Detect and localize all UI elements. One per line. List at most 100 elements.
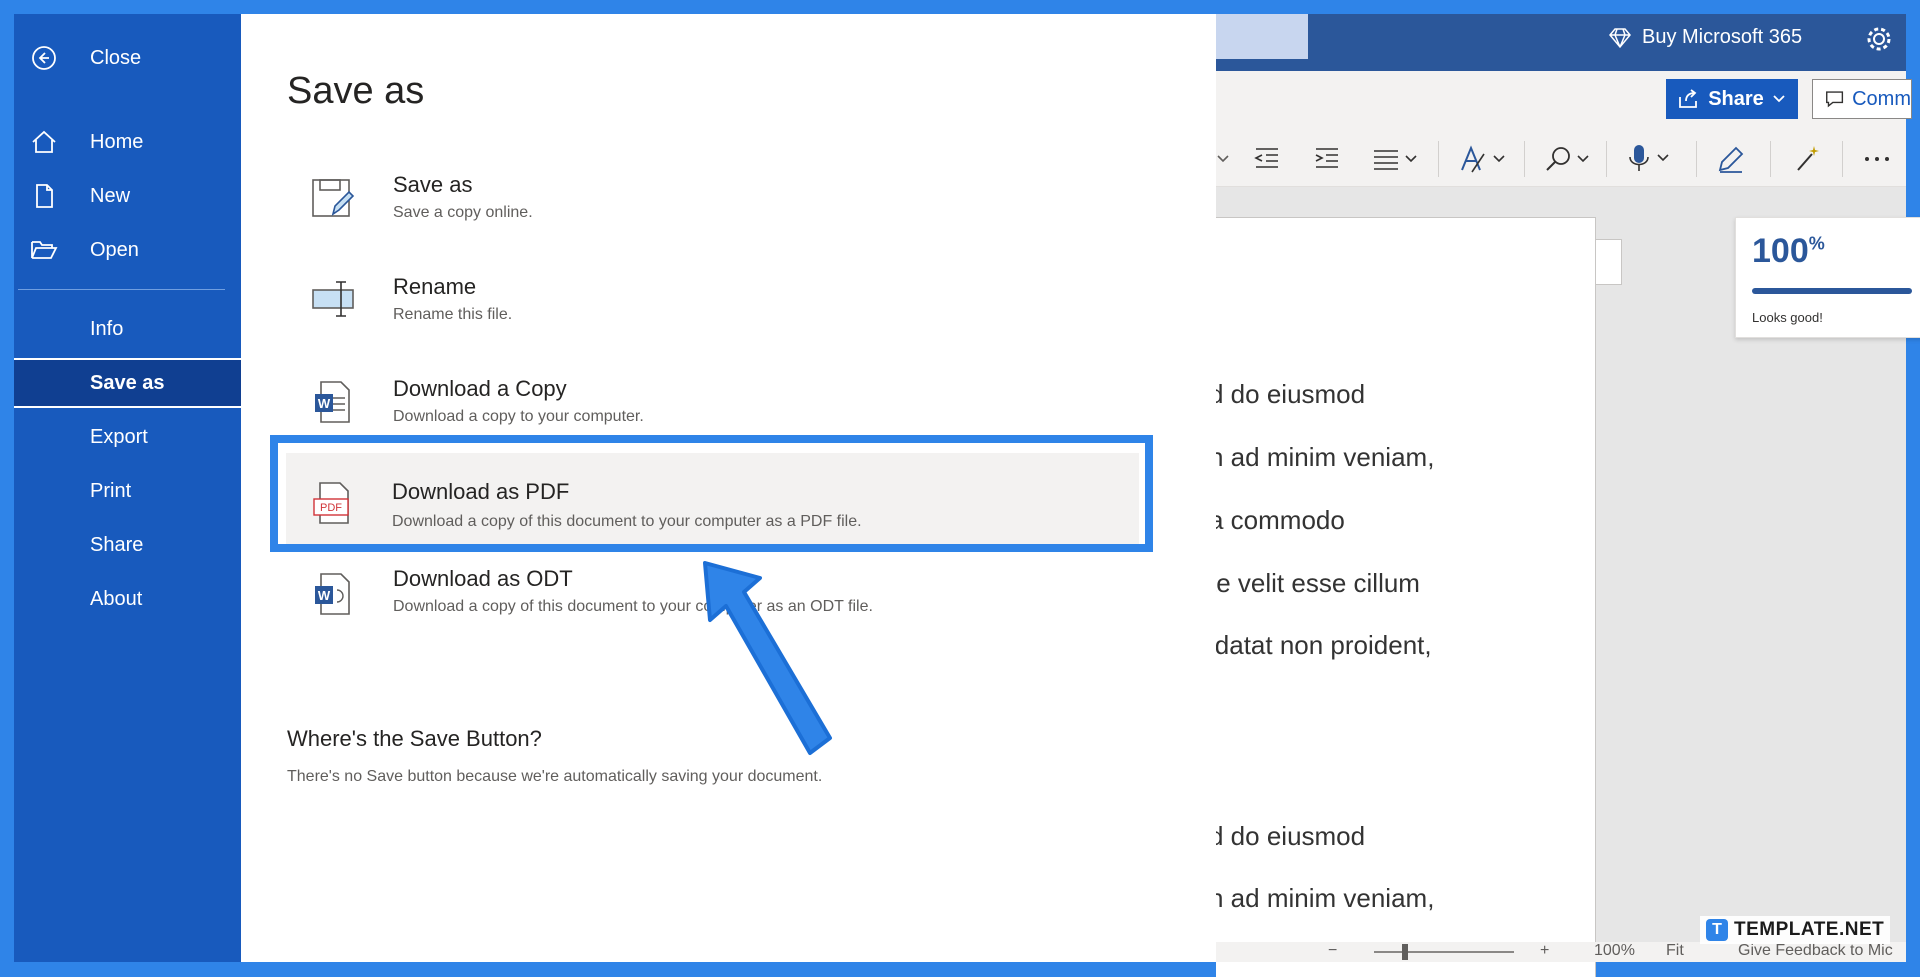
- increase-indent-icon[interactable]: [1312, 141, 1342, 177]
- buy-microsoft-365-link[interactable]: Buy Microsoft 365: [1608, 26, 1802, 49]
- toolbar-separator: [1606, 141, 1607, 177]
- toolbar-separator: [1524, 141, 1525, 177]
- sidebar-item-save-as[interactable]: Save as: [14, 358, 241, 408]
- editor-score-bar: [1752, 288, 1912, 294]
- sidebar-item-close[interactable]: Close: [14, 34, 241, 82]
- document-text-line: te velit esse cillum: [1209, 568, 1420, 598]
- svg-text:W: W: [318, 588, 331, 603]
- zoom-out-button[interactable]: −: [1328, 942, 1337, 960]
- svg-text:W: W: [318, 396, 331, 411]
- save-as-panel: Save as Save as Save a copy online. Rena…: [241, 14, 1216, 962]
- document-text-line: d do eiusmod: [1209, 821, 1366, 851]
- document-canvas: d do eiusmod n ad minim veniam, a commod…: [1209, 187, 1920, 977]
- save-as-option[interactable]: Save as Save a copy online.: [287, 152, 1142, 242]
- styles-icon[interactable]: [1458, 141, 1508, 177]
- folder-open-icon: [31, 241, 58, 259]
- sidebar-item-label: Info: [90, 317, 124, 340]
- template-net-watermark: T TEMPLATE.NET: [1700, 916, 1891, 944]
- sidebar-item-label: Open: [90, 238, 139, 261]
- find-icon[interactable]: [1544, 141, 1594, 177]
- zoom-slider-thumb[interactable]: [1402, 944, 1408, 960]
- save-as-icon: [312, 179, 355, 217]
- editor-score-card[interactable]: 100% Looks good!: [1735, 217, 1920, 338]
- option-description: Download a copy of this document to your…: [392, 513, 862, 530]
- option-description: Save a copy online.: [393, 204, 533, 221]
- download-as-pdf-option[interactable]: PDF Download as PDF Download a copy of t…: [286, 453, 1139, 551]
- share-label: Share: [1708, 87, 1764, 110]
- document-text-line: d do eiusmod: [1209, 379, 1366, 409]
- sidebar-item-print[interactable]: Print: [14, 467, 241, 515]
- editor-score: 100%: [1752, 232, 1825, 270]
- toolbar-separator: [1438, 141, 1439, 177]
- document-text-line: a commodo: [1209, 505, 1345, 535]
- toolbar-separator: [1770, 141, 1771, 177]
- chevron-down-icon[interactable]: [1216, 141, 1230, 177]
- decrease-indent-icon[interactable]: [1252, 141, 1282, 177]
- option-description: Download a copy of this document to your…: [393, 598, 873, 615]
- svg-text:PDF: PDF: [320, 502, 342, 514]
- editor-pen-icon[interactable]: [1716, 141, 1746, 177]
- option-description: Download a copy to your computer.: [393, 408, 644, 425]
- document-text-line: idatat non proident,: [1209, 630, 1432, 660]
- sidebar-item-label: Save as: [90, 371, 165, 394]
- page-margin-tab: [1596, 239, 1622, 285]
- sidebar-item-home[interactable]: Home: [14, 118, 241, 166]
- zoom-level[interactable]: 100%: [1594, 942, 1635, 960]
- editor-status: Looks good!: [1752, 310, 1823, 325]
- document-page[interactable]: d do eiusmod n ad minim veniam, a commod…: [1209, 217, 1596, 977]
- dictate-microphone-icon[interactable]: [1626, 141, 1674, 177]
- ribbon-toolbar: [1216, 131, 1906, 187]
- sidebar-item-new[interactable]: New: [14, 172, 241, 220]
- back-arrow-icon: [32, 46, 56, 70]
- download-as-odt-option[interactable]: W Download as ODT Download a copy of thi…: [287, 554, 1142, 644]
- rename-icon: [312, 281, 354, 317]
- sidebar-item-about[interactable]: About: [14, 575, 241, 623]
- template-logo-icon: T: [1706, 919, 1728, 941]
- buy-label: Buy Microsoft 365: [1642, 26, 1803, 48]
- option-title: Download as ODT: [393, 566, 573, 591]
- sidebar-item-export[interactable]: Export: [14, 413, 241, 461]
- share-button[interactable]: Share: [1666, 79, 1798, 119]
- word-document-icon: W: [315, 381, 350, 423]
- home-icon: [32, 130, 56, 153]
- zoom-slider[interactable]: [1374, 951, 1514, 953]
- option-title: Save as: [393, 172, 473, 197]
- ribbon-header: Share Comm: [1216, 71, 1912, 131]
- chevron-down-icon: [1773, 95, 1785, 103]
- option-title: Rename: [393, 274, 477, 299]
- share-icon: [1679, 89, 1698, 108]
- status-bar: − + 100% Fit Give Feedback to Mic: [1216, 942, 1906, 962]
- comment-icon: [1826, 91, 1844, 108]
- odt-document-icon: W: [315, 573, 350, 615]
- pdf-icon: PDF: [313, 482, 349, 524]
- option-title: Download as PDF: [392, 479, 570, 504]
- diamond-icon: [1609, 27, 1631, 48]
- toolbar-separator: [1696, 141, 1697, 177]
- gear-icon[interactable]: [1864, 24, 1894, 54]
- give-feedback-link[interactable]: Give Feedback to Mic: [1738, 942, 1893, 960]
- comments-label: Comm: [1852, 87, 1911, 110]
- align-icon[interactable]: [1372, 141, 1418, 177]
- designer-wand-icon[interactable]: [1792, 141, 1822, 177]
- toolbar-separator: [1842, 141, 1843, 177]
- zoom-in-button[interactable]: +: [1540, 942, 1549, 960]
- option-description: Rename this file.: [393, 306, 513, 323]
- sidebar-item-label: New: [90, 184, 131, 207]
- rename-option[interactable]: Rename Rename this file.: [287, 254, 1142, 344]
- more-options-icon[interactable]: [1862, 141, 1892, 177]
- watermark-text: TEMPLATE.NET: [1734, 919, 1885, 940]
- sidebar-item-open[interactable]: Open: [14, 226, 241, 274]
- document-text-line: n ad minim veniam,: [1209, 442, 1435, 472]
- search-box[interactable]: [1216, 14, 1308, 59]
- where-save-description: There's no Save button because we're aut…: [287, 768, 823, 785]
- page-title: Save as: [287, 70, 425, 112]
- download-copy-option[interactable]: W Download a Copy Download a copy to you…: [287, 356, 1142, 446]
- option-title: Download a Copy: [393, 376, 567, 401]
- sidebar-item-info[interactable]: Info: [14, 305, 241, 353]
- backstage-sidebar: Close Home New Open Info Save as Export …: [14, 14, 241, 962]
- comments-button[interactable]: Comm: [1812, 79, 1912, 119]
- new-document-icon: [36, 184, 53, 208]
- sidebar-item-share[interactable]: Share: [14, 521, 241, 569]
- document-text-line: n ad minim veniam,: [1209, 883, 1435, 913]
- fit-button[interactable]: Fit: [1666, 942, 1684, 960]
